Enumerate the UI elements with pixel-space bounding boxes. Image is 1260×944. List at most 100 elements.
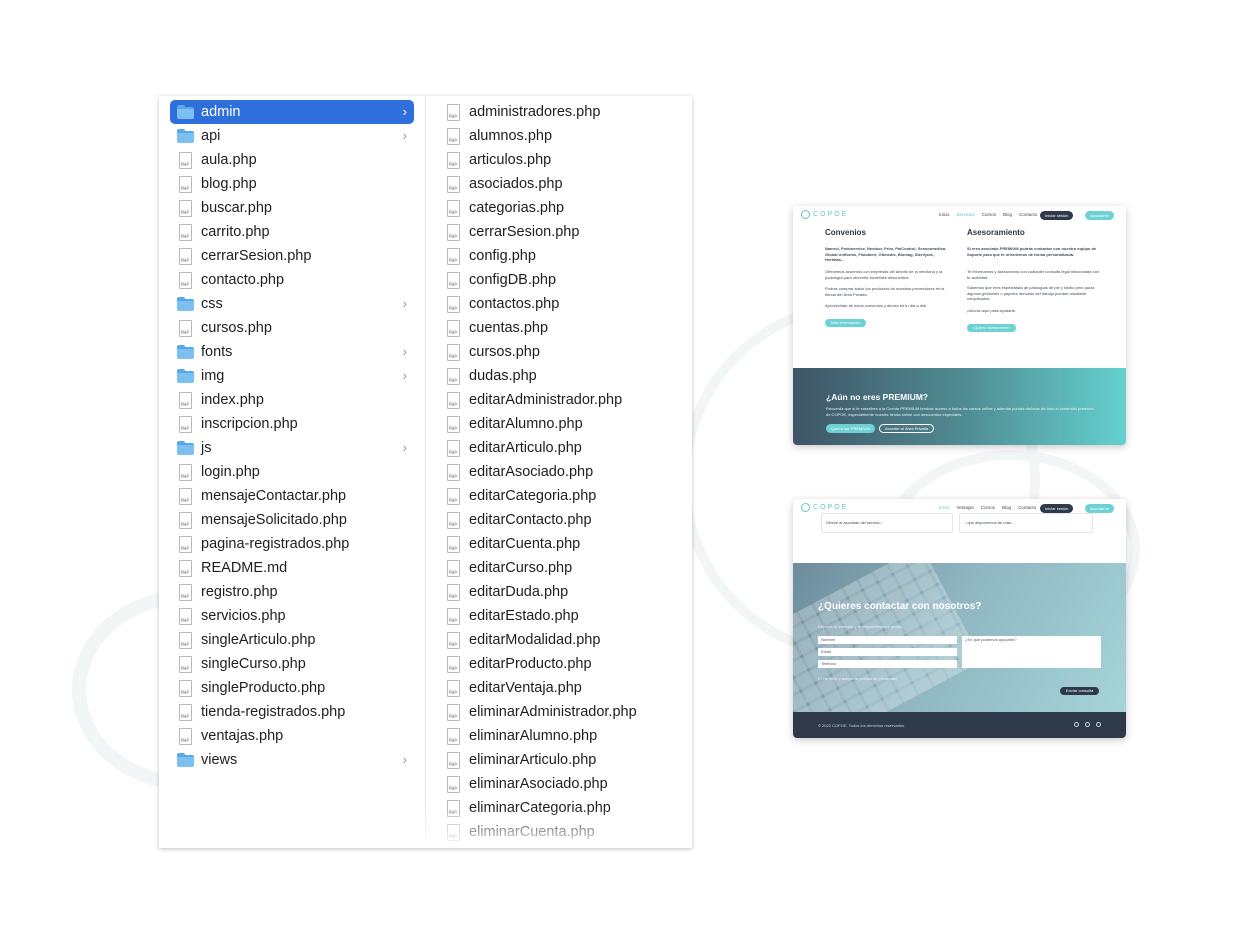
file-row[interactable]: registro.php (170, 580, 414, 604)
file-row[interactable]: editarModalidad.php (426, 628, 692, 652)
file-row[interactable]: editarAdministrador.php (426, 388, 692, 412)
file-row[interactable]: ventajas.php (170, 724, 414, 748)
file-row[interactable]: editarProducto.php (426, 652, 692, 676)
file-row[interactable]: README.md (170, 556, 414, 580)
folder-row[interactable]: api › (170, 124, 414, 148)
nav-link[interactable]: Inicio (939, 212, 950, 217)
nav-link[interactable]: Blog (1003, 212, 1012, 217)
php-file-icon (447, 247, 460, 265)
file-row[interactable]: pagina-registrados.php (170, 532, 414, 556)
folder-row[interactable]: css › (170, 292, 414, 316)
php-file-icon (447, 703, 460, 721)
file-row[interactable]: articulos.php (426, 148, 692, 172)
file-row[interactable]: index.php (170, 388, 414, 412)
login-button[interactable]: Iniciar sesión (1040, 504, 1074, 513)
file-row[interactable]: cerrarSesion.php (426, 220, 692, 244)
nav-link[interactable]: Contacto (1019, 212, 1037, 217)
file-row[interactable]: carrito.php (170, 220, 414, 244)
asesorarme-button[interactable]: ¡Quiero asesorarme! (967, 324, 1016, 332)
file-row[interactable]: eliminarAlumno.php (426, 724, 692, 748)
file-row[interactable]: singleCurso.php (170, 652, 414, 676)
file-row[interactable]: alumnos.php (426, 124, 692, 148)
file-row[interactable]: tienda-registrados.php (170, 700, 414, 724)
file-row[interactable]: dudas.php (426, 364, 692, 388)
file-row[interactable]: categorias.php (426, 196, 692, 220)
file-row[interactable]: aula.php (170, 148, 414, 172)
more-info-button[interactable]: Más información (825, 319, 867, 327)
file-row[interactable]: cursos.php (170, 316, 414, 340)
file-row[interactable]: editarDuda.php (426, 580, 692, 604)
send-button[interactable]: Enviar consulta (1060, 687, 1100, 695)
login-button[interactable]: Iniciar sesión (1040, 211, 1074, 220)
private-area-button[interactable]: Acceder al Área Privada (879, 424, 935, 433)
chevron-right-icon: › (402, 104, 407, 119)
message-field[interactable]: ¿En qué podemos ayudarte? (962, 636, 1101, 668)
file-row[interactable]: contactos.php (426, 292, 692, 316)
file-row[interactable]: eliminarAsociado.php (426, 772, 692, 796)
join-button[interactable]: Asociarme (1085, 504, 1114, 513)
nav-link[interactable]: Blog (1002, 505, 1011, 510)
file-row[interactable]: eliminarCuenta.php (426, 820, 692, 844)
file-row[interactable]: blog.php (170, 172, 414, 196)
file-row[interactable]: singleArticulo.php (170, 628, 414, 652)
chevron-right-icon: › (402, 296, 407, 311)
finder-column-admin[interactable]: administradores.php alumnos.php articulos.… (426, 96, 692, 848)
folder-row[interactable]: views › (170, 748, 414, 772)
folder-row[interactable]: img › (170, 364, 414, 388)
php-file-icon (179, 487, 192, 505)
file-row[interactable]: login.php (170, 460, 414, 484)
php-file-icon (179, 703, 192, 721)
folder-icon (177, 753, 194, 767)
folder-row[interactable]: fonts › (170, 340, 414, 364)
name-field[interactable]: Nombre (818, 636, 957, 644)
nav-link[interactable]: Ventajas (957, 505, 974, 510)
nav-link[interactable]: Contacto (1018, 505, 1036, 510)
site-logo[interactable]: COPOE (801, 503, 848, 512)
file-row[interactable]: cuentas.php (426, 316, 692, 340)
folder-row[interactable]: js › (170, 436, 414, 460)
file-row[interactable]: editarAlumno.php (426, 412, 692, 436)
nav-link[interactable]: Cursos (981, 505, 995, 510)
file-row[interactable]: cursos.php (426, 340, 692, 364)
file-row[interactable]: eliminarArticulo.php (426, 748, 692, 772)
php-file-icon (179, 415, 192, 433)
file-row[interactable]: inscripcion.php (170, 412, 414, 436)
file-row[interactable]: contacto.php (170, 268, 414, 292)
file-row[interactable]: editarContacto.php (426, 508, 692, 532)
file-row[interactable]: configDB.php (426, 268, 692, 292)
file-row[interactable]: editarCuenta.php (426, 532, 692, 556)
nav-link[interactable]: Inicio (939, 505, 950, 510)
file-row[interactable]: buscar.php (170, 196, 414, 220)
file-row[interactable]: editarCategoria.php (426, 484, 692, 508)
file-row[interactable]: editarEstado.php (426, 604, 692, 628)
item-name: pagina-registrados.php (201, 536, 350, 552)
file-row[interactable]: editarAsociado.php (426, 460, 692, 484)
file-row[interactable]: editarVentaja.php (426, 676, 692, 700)
file-row[interactable]: cerrarSesion.php (170, 244, 414, 268)
file-row[interactable]: administradores.php (426, 100, 692, 124)
file-row[interactable]: servicios.php (170, 604, 414, 628)
file-row[interactable]: mensajeSolicitado.php (170, 508, 414, 532)
twitter-icon[interactable] (1096, 722, 1101, 727)
site-logo[interactable]: COPOE (801, 210, 848, 219)
email-field[interactable]: Email (818, 648, 957, 656)
privacy-checkbox[interactable]: ☐ He leído y acepto la política de priva… (818, 676, 897, 681)
file-row[interactable]: eliminarAdministrador.php (426, 700, 692, 724)
file-row[interactable]: mensajeContactar.php (170, 484, 414, 508)
file-row[interactable]: editarCurso.php (426, 556, 692, 580)
join-button[interactable]: Asociarme (1085, 211, 1114, 220)
file-row[interactable]: editarArticulo.php (426, 436, 692, 460)
file-row[interactable]: asociados.php (426, 172, 692, 196)
file-row[interactable]: singleProducto.php (170, 676, 414, 700)
file-row[interactable]: eliminarCategoria.php (426, 796, 692, 820)
finder-column-root[interactable]: admin › api › aula.php blog.php buscar.php carr… (159, 96, 425, 848)
instagram-icon[interactable] (1085, 722, 1090, 727)
facebook-icon[interactable] (1074, 722, 1079, 727)
phone-field[interactable]: Teléfono (818, 660, 957, 668)
php-file-icon (447, 175, 460, 193)
nav-link[interactable]: Cursos (982, 212, 996, 217)
premium-signup-button[interactable]: Quiero ser PREMIUM (826, 424, 875, 433)
folder-row[interactable]: admin › (170, 100, 414, 124)
file-row[interactable]: config.php (426, 244, 692, 268)
nav-link[interactable]: Servicios (957, 212, 975, 217)
